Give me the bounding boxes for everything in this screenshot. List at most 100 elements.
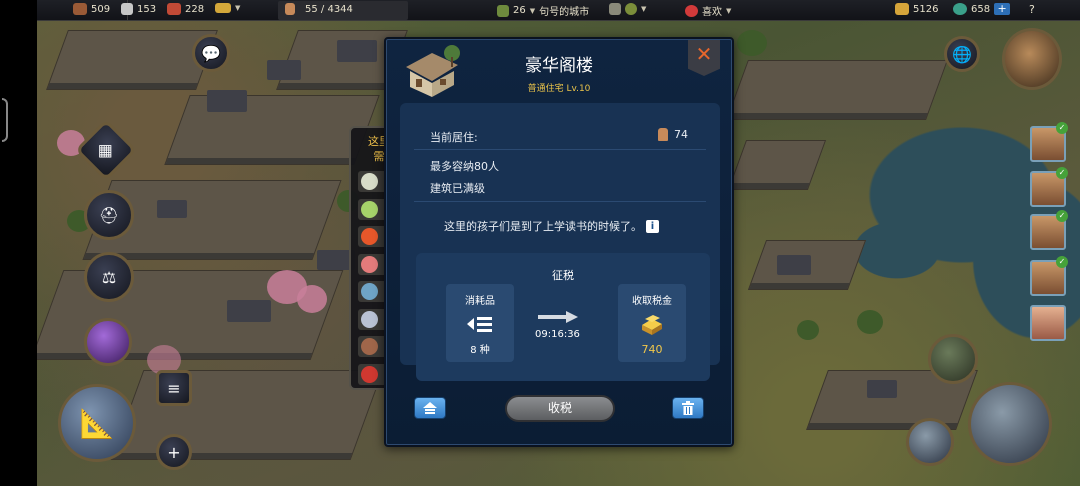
building-info-dialog: 豪华阁楼 普通住宅 Lv.10 ✕ 当前居住: 74 最多容纳80人 建筑已满级… [384,37,734,447]
check-icon: ✓ [1056,122,1068,134]
advisor-avatar[interactable] [1002,28,1062,90]
house-arrow-icon [423,402,437,414]
world-button[interactable]: 🌐 [944,36,980,72]
feather-menu[interactable]: ▼ [609,3,646,15]
chat-icon: 💬 [201,43,221,63]
info-icon[interactable]: i [646,219,659,233]
resident-label: 当前居住: [430,131,478,144]
resident-count-value: 74 [674,128,688,141]
chat-button[interactable]: 💬 [192,34,230,72]
gem-counter[interactable]: 658 + [953,3,1011,15]
gold-counter[interactable]: 5126 [895,3,938,15]
mood-menu[interactable]: 喜欢 ▼ [685,3,731,18]
close-button[interactable]: ✕ [688,40,720,76]
collect-tax-button[interactable]: 收税 [505,395,615,422]
city-name: 句号的城市 [539,7,590,18]
help-icon[interactable]: ? [1029,3,1035,16]
fish-icon [361,283,378,300]
collect-label: 收取税金 [632,296,672,307]
demolish-button[interactable] [672,397,704,419]
storage-icon [215,3,231,13]
consumables-count: 8 种 [470,345,490,356]
chevron-down-icon: ▼ [641,5,647,13]
furniture-icon [361,338,378,355]
resource-value: 509 [91,3,111,15]
chevron-down-icon: ▼ [235,4,241,12]
brick-icon [167,3,181,15]
cabbage-icon [361,200,378,218]
resource-brick[interactable]: 228 [167,3,204,15]
system-side-bar [0,0,37,486]
consumables-card[interactable]: 消耗品 8 种 [446,284,514,362]
layers-button[interactable]: ≡ [156,370,192,406]
tax-title: 征税 [552,269,574,282]
max-level-text: 建筑已满级 [430,182,485,195]
gem-icon [953,3,967,15]
storage-menu[interactable]: ▼ [215,3,240,13]
build-hammer-button[interactable] [968,382,1052,466]
gem-value: 658 [971,3,991,15]
lantern-icon [361,365,378,383]
resource-tools[interactable]: 153 [121,3,156,15]
resident-icon [658,128,668,141]
tools-icon [121,3,133,15]
bowl-icon [625,3,637,15]
trade-button[interactable]: ⚖ [84,252,134,302]
globe-icon: 🌐 [952,44,972,64]
laurel-icon [497,4,509,17]
meat-icon [361,255,378,273]
capacity-text: 最多容纳80人 [430,160,499,173]
building-title: 豪华阁楼 [525,56,593,76]
top-resource-bar: 509 153 228 ▼ 55 / 4344 26 ▼ 句号的城市 ▼ 喜欢 … [37,0,1080,21]
list-arrow-icon [467,317,492,332]
population-value: 55 / 4344 [305,3,353,15]
add-button[interactable]: + [156,434,192,470]
city-level: 26 [513,5,526,16]
population[interactable]: 55 / 4344 [285,3,353,15]
blueprint-icon: 📐 [79,406,115,440]
hero-portrait-4[interactable]: ✓ [1030,256,1068,296]
upgrade-button[interactable] [414,397,446,419]
hero-portrait-1[interactable]: ✓ [1030,122,1068,162]
tax-panel: 征税 消耗品 8 种 09:16:36 收取税金 740 [416,253,710,381]
tax-collect-card[interactable]: 收取税金 740 [618,284,686,362]
chevron-down-icon: ▼ [529,6,536,15]
resource-wood[interactable]: 509 [73,3,110,15]
hero-portrait-3[interactable]: ✓ [1030,210,1068,250]
check-icon: ✓ [1056,167,1068,179]
gold-icon [895,3,909,15]
building-subtitle: 普通住宅 Lv.10 [527,84,591,94]
arrow-right-icon [538,311,578,323]
heart-icon [685,4,698,17]
map-icon: ▦ [98,140,114,160]
close-icon: ✕ [695,42,713,66]
road-button[interactable] [928,334,978,384]
fruit-icon [361,228,378,245]
plus-icon: + [167,442,181,462]
check-icon: ✓ [1056,210,1068,222]
helmet-icon: ⛑ [98,205,120,225]
gold-value: 5126 [913,3,939,15]
build-blueprint-button[interactable]: 📐 [58,384,136,462]
add-gems-button[interactable]: + [994,3,1011,15]
check-icon: ✓ [1056,256,1068,268]
layers-icon: ≡ [167,378,181,398]
trash-icon [682,401,694,415]
person-icon [285,3,295,15]
military-button[interactable]: ⛑ [84,190,134,240]
scales-icon: ⚖ [101,267,117,287]
chevron-down-icon: ▼ [726,6,732,15]
shovel-button[interactable] [906,418,954,466]
system-handle[interactable] [2,98,8,142]
magic-orb-button[interactable] [84,318,132,366]
hero-portrait-5[interactable] [1030,305,1066,341]
help-button[interactable]: ? [1029,3,1035,16]
hero-portrait-2[interactable]: ✓ [1030,167,1068,207]
tool-icon [361,310,378,328]
resource-value: 228 [185,3,205,15]
city-selector[interactable]: 26 ▼ 句号的城市 [497,3,589,18]
feather-icon [609,3,621,15]
rice-icon [361,173,378,190]
wood-icon [73,3,87,15]
message-text: 这里的孩子们是到了上学读书的时候了。 i [444,218,659,234]
